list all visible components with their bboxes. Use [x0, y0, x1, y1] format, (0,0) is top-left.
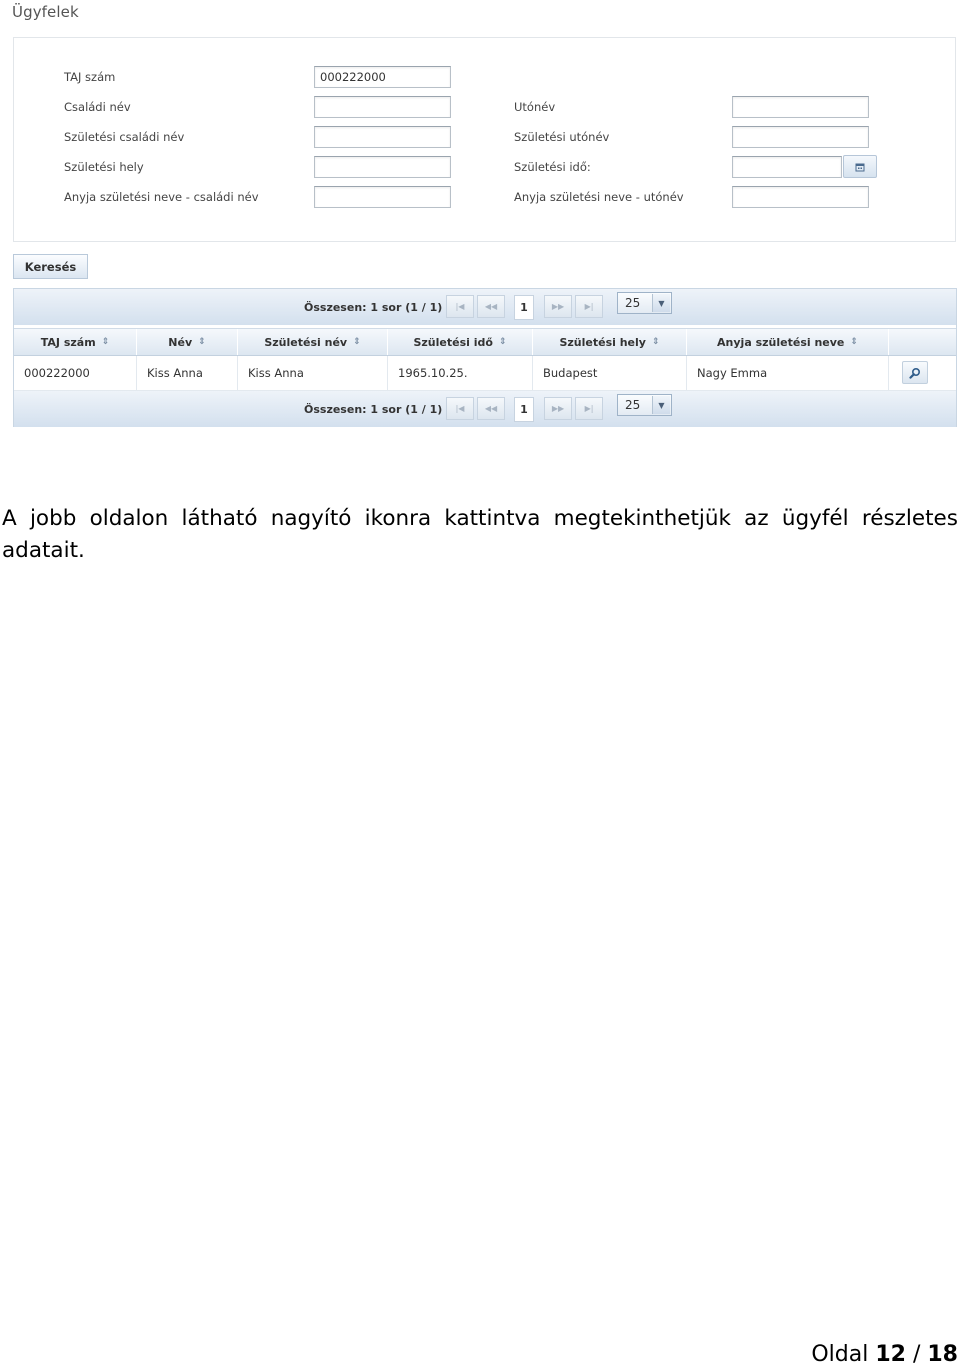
column-header-nev[interactable]: Név ⇕ [137, 329, 238, 355]
page-size-select[interactable]: 25 ▼ [617, 292, 672, 314]
anyja-csaladi-nev-input[interactable] [314, 186, 451, 208]
column-label: Születési hely [559, 335, 646, 349]
anyja-utonev-input[interactable] [732, 186, 869, 208]
label-csaladi-nev: Családi név [64, 100, 131, 114]
column-header-szuletesi-nev[interactable]: Születési név ⇕ [238, 329, 388, 355]
last-page-button[interactable]: ▶| [575, 295, 603, 318]
prev-page-button[interactable]: ◀◀ [477, 295, 505, 318]
last-page-button[interactable]: ▶| [575, 397, 603, 420]
cell-anyja-szuletesi-neve: Nagy Emma [687, 356, 889, 390]
sort-icon: ⇕ [850, 337, 858, 347]
prev-page-button[interactable]: ◀◀ [477, 397, 505, 420]
label-szuletesi-utonev: Születési utónév [514, 130, 610, 144]
calendar-icon [855, 163, 865, 171]
search-button[interactable]: Keresés [13, 254, 88, 279]
column-label: TAJ szám [40, 335, 96, 349]
next-page-button[interactable]: ▶▶ [544, 295, 572, 318]
chevron-down-icon: ▼ [652, 294, 670, 312]
description-paragraph: A jobb oldalon látható nagyító ikonra ka… [2, 506, 958, 563]
label-szuletesi-hely: Születési hely [64, 160, 144, 174]
page-footer: Oldal 12 / 18 [811, 1342, 958, 1367]
total-pages: 18 [927, 1342, 958, 1367]
label-anyja-utonev: Anyja születési neve - utónév [514, 190, 684, 204]
cell-szuletesi-nev: Kiss Anna [238, 356, 388, 390]
chevron-down-icon: ▼ [652, 396, 670, 414]
column-label: Születési idő [413, 335, 493, 349]
magnifier-icon [909, 367, 921, 379]
current-page[interactable]: 1 [514, 397, 534, 422]
current-page[interactable]: 1 [514, 295, 534, 320]
first-page-button[interactable]: |◀ [446, 295, 474, 318]
current-page-number: 12 [875, 1342, 906, 1367]
page-size-value: 25 [625, 296, 641, 310]
utonev-input[interactable] [732, 96, 869, 118]
column-header-szuletesi-ido[interactable]: Születési idő ⇕ [388, 329, 533, 355]
first-page-button[interactable]: |◀ [446, 397, 474, 420]
sort-icon: ⇕ [651, 337, 660, 347]
sort-icon: ⇕ [198, 337, 206, 347]
pager-bottom: Összesen: 1 sor (1 / 1) |◀ ◀◀ 1 ▶▶ ▶| 25… [14, 391, 956, 427]
cell-taj-szam: 000222000 [14, 356, 137, 390]
column-label: Születési név [264, 335, 348, 349]
date-picker-button[interactable] [843, 155, 877, 178]
label-utonev: Utónév [514, 100, 556, 114]
pager-top: Összesen: 1 sor (1 / 1) |◀ ◀◀ 1 ▶▶ ▶| 25… [14, 289, 956, 325]
taj-szam-input[interactable] [314, 66, 451, 88]
sort-icon: ⇕ [101, 337, 110, 347]
cell-nev: Kiss Anna [137, 356, 238, 390]
label-anyja-csaladi-nev: Anyja születési neve - családi név [64, 190, 259, 204]
footer-separator: / [912, 1342, 921, 1367]
label-szuletesi-csaladi-nev: Születési családi név [64, 130, 185, 144]
results-grid: Összesen: 1 sor (1 / 1) |◀ ◀◀ 1 ▶▶ ▶| 25… [13, 288, 957, 427]
sort-icon: ⇕ [353, 337, 361, 347]
pager-summary: Összesen: 1 sor (1 / 1) [304, 403, 443, 416]
pager-summary: Összesen: 1 sor (1 / 1) [304, 301, 443, 314]
sort-icon: ⇕ [498, 337, 507, 347]
column-label: Anyja születési neve [717, 335, 845, 349]
table-row[interactable]: 000222000 Kiss Anna Kiss Anna 1965.10.25… [14, 356, 956, 391]
view-details-button[interactable] [902, 361, 928, 384]
cell-szuletesi-hely: Budapest [533, 356, 687, 390]
szuletesi-ido-input[interactable] [732, 156, 842, 178]
grid-header: TAJ szám ⇕ Név ⇕ Születési név ⇕ Születési … [14, 328, 956, 356]
search-panel: TAJ szám Családi név Utónév Születési cs… [13, 37, 956, 242]
label-taj-szam: TAJ szám [64, 70, 116, 84]
page-size-select[interactable]: 25 ▼ [617, 394, 672, 416]
column-header-szuletesi-hely[interactable]: Születési hely ⇕ [533, 329, 687, 355]
szuletesi-utonev-input[interactable] [732, 126, 869, 148]
column-header-taj-szam[interactable]: TAJ szám ⇕ [14, 329, 137, 355]
column-header-actions [889, 329, 956, 355]
csaladi-nev-input[interactable] [314, 96, 451, 118]
szuletesi-hely-input[interactable] [314, 156, 451, 178]
page-title: Ügyfelek [12, 3, 79, 21]
column-label: Név [168, 335, 193, 349]
page-size-value: 25 [625, 398, 641, 412]
column-header-anyja-szuletesi-neve[interactable]: Anyja születési neve ⇕ [687, 329, 889, 355]
footer-prefix: Oldal [811, 1342, 869, 1367]
cell-szuletesi-ido: 1965.10.25. [388, 356, 533, 390]
next-page-button[interactable]: ▶▶ [544, 397, 572, 420]
label-szuletesi-ido: Születési idő: [514, 160, 591, 174]
szuletesi-csaladi-nev-input[interactable] [314, 126, 451, 148]
